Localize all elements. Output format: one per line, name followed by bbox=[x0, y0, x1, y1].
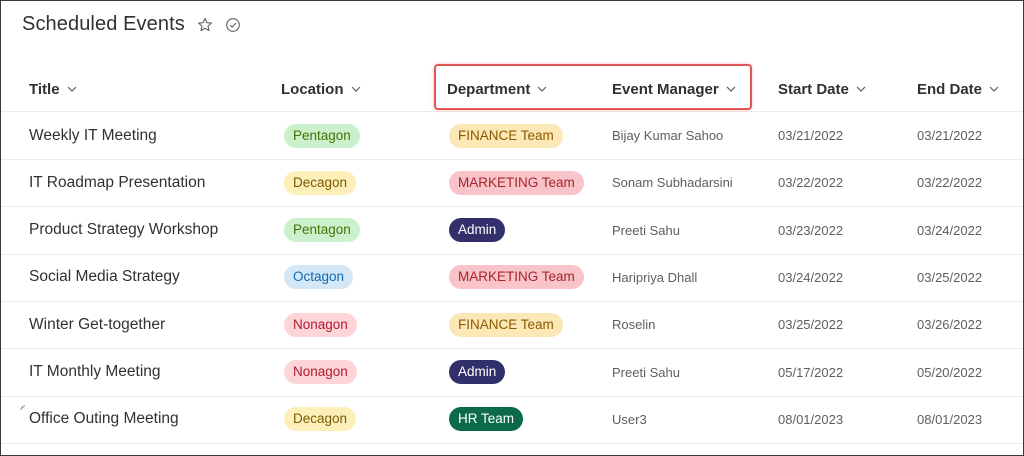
table-row[interactable]: Product Strategy Workshop Pentagon Admin Pr… bbox=[1, 207, 1023, 255]
end-date: 08/01/2023 bbox=[917, 411, 983, 427]
location-badge: Nonagon bbox=[284, 312, 357, 337]
column-header-label: Department bbox=[447, 80, 531, 98]
department-badge: MARKETING Team bbox=[449, 170, 584, 195]
column-header-row: Title Location Department Event Manager … bbox=[1, 67, 1023, 112]
department-badge: HR Team bbox=[449, 407, 524, 432]
end-date: 03/24/2022 bbox=[917, 222, 983, 238]
location-badge: Octagon bbox=[284, 265, 354, 290]
location-badge: Pentagon bbox=[284, 218, 360, 243]
column-header-department[interactable]: Department bbox=[447, 67, 548, 111]
location-badge: Decagon bbox=[284, 170, 357, 195]
title-bar: Scheduled Events bbox=[22, 13, 241, 36]
event-title[interactable]: Social Media Strategy bbox=[29, 254, 180, 301]
end-date: 03/25/2022 bbox=[917, 269, 983, 285]
location-badge: Pentagon bbox=[284, 123, 360, 148]
department-badge: FINANCE Team bbox=[449, 123, 563, 148]
event-title[interactable]: IT Roadmap Presentation bbox=[29, 159, 205, 206]
table-row[interactable]: IT Roadmap Presentation Decagon MARKETING … bbox=[1, 159, 1023, 208]
event-manager: Bijay Kumar Sahoo bbox=[612, 128, 724, 143]
department-badge: MARKETING Team bbox=[449, 265, 584, 290]
chevron-down-icon bbox=[67, 86, 77, 92]
location-cell: Decagon bbox=[284, 159, 357, 206]
event-title[interactable]: IT Monthly Meeting bbox=[29, 349, 161, 396]
column-header-label: Start Date bbox=[778, 80, 849, 98]
loading-spinner-icon bbox=[20, 405, 26, 410]
location-cell: Octagon bbox=[284, 254, 354, 301]
start-date: 03/22/2022 bbox=[778, 175, 844, 191]
table-row[interactable]: Weekly IT Meeting Pentagon FINANCE Team Bij… bbox=[1, 112, 1023, 160]
start-date: 08/01/2023 bbox=[778, 411, 844, 427]
column-header-title[interactable]: Title bbox=[29, 67, 78, 111]
column-header-label: Event Manager bbox=[612, 80, 719, 98]
department-badge: Admin bbox=[449, 360, 506, 384]
column-header-start-date[interactable]: Start Date bbox=[778, 67, 867, 111]
chevron-down-icon bbox=[726, 86, 736, 92]
chevron-down-icon bbox=[537, 86, 547, 92]
event-title[interactable]: Office Outing Meeting bbox=[29, 396, 179, 443]
table-row[interactable]: Winter Get-together Nonagon FINANCE Team Ro… bbox=[1, 301, 1023, 350]
location-cell: Decagon bbox=[284, 396, 357, 443]
department-cell: Admin bbox=[449, 207, 506, 254]
event-manager: Roselin bbox=[612, 317, 656, 333]
table-row[interactable]: Office Outing Meeting Decagon HR Team User3… bbox=[1, 396, 1023, 444]
event-manager: Haripriya Dhall bbox=[612, 269, 698, 285]
check-circle-icon[interactable] bbox=[225, 17, 241, 33]
list-view: Scheduled Events Title Location Departme… bbox=[0, 0, 1024, 456]
table-row[interactable]: IT Monthly Meeting Nonagon Admin Preeti Sah… bbox=[1, 349, 1023, 397]
start-date: 03/25/2022 bbox=[778, 317, 844, 333]
star-icon[interactable] bbox=[197, 17, 213, 33]
start-date: 03/23/2022 bbox=[778, 222, 844, 238]
start-date: 03/24/2022 bbox=[778, 269, 844, 285]
event-title[interactable]: Weekly IT Meeting bbox=[29, 112, 157, 159]
end-date: 03/22/2022 bbox=[917, 175, 983, 191]
department-badge: FINANCE Team bbox=[449, 312, 563, 337]
end-date: 05/20/2022 bbox=[917, 364, 983, 380]
end-date: 03/26/2022 bbox=[917, 317, 983, 333]
end-date: 03/21/2022 bbox=[917, 128, 983, 143]
start-date: 05/17/2022 bbox=[778, 364, 844, 380]
column-header-end-date[interactable]: End Date bbox=[917, 67, 1000, 111]
event-manager: User3 bbox=[612, 411, 647, 427]
department-cell: HR Team bbox=[449, 396, 524, 443]
department-cell: FINANCE Team bbox=[449, 301, 563, 348]
department-cell: MARKETING Team bbox=[449, 254, 584, 301]
column-header-label: Location bbox=[281, 80, 344, 98]
chevron-down-icon bbox=[351, 86, 360, 92]
column-header-label: Title bbox=[29, 80, 60, 98]
event-manager: Preeti Sahu bbox=[612, 222, 680, 238]
location-cell: Pentagon bbox=[284, 112, 360, 159]
table-row[interactable]: Social Media Strategy Octagon MARKETING Te… bbox=[1, 254, 1023, 302]
location-cell: Pentagon bbox=[284, 207, 360, 254]
column-header-location[interactable]: Location bbox=[281, 67, 362, 111]
event-manager: Sonam Subhadarsini bbox=[612, 175, 733, 191]
department-badge: Admin bbox=[449, 218, 506, 243]
event-title[interactable]: Winter Get-together bbox=[29, 301, 165, 348]
page-title: Scheduled Events bbox=[22, 13, 185, 35]
chevron-down-icon bbox=[856, 86, 866, 92]
chevron-down-icon bbox=[989, 86, 999, 92]
column-header-label: End Date bbox=[917, 80, 983, 98]
start-date: 03/21/2022 bbox=[778, 128, 844, 143]
location-badge: Decagon bbox=[284, 407, 357, 432]
event-title[interactable]: Product Strategy Workshop bbox=[29, 207, 218, 254]
location-badge: Nonagon bbox=[284, 360, 357, 384]
department-cell: FINANCE Team bbox=[449, 112, 563, 159]
event-manager: Preeti Sahu bbox=[612, 364, 680, 380]
column-header-event-manager[interactable]: Event Manager bbox=[612, 67, 737, 111]
location-cell: Nonagon bbox=[284, 301, 357, 348]
department-cell: Admin bbox=[449, 349, 506, 396]
department-cell: MARKETING Team bbox=[449, 159, 584, 206]
location-cell: Nonagon bbox=[284, 349, 357, 396]
